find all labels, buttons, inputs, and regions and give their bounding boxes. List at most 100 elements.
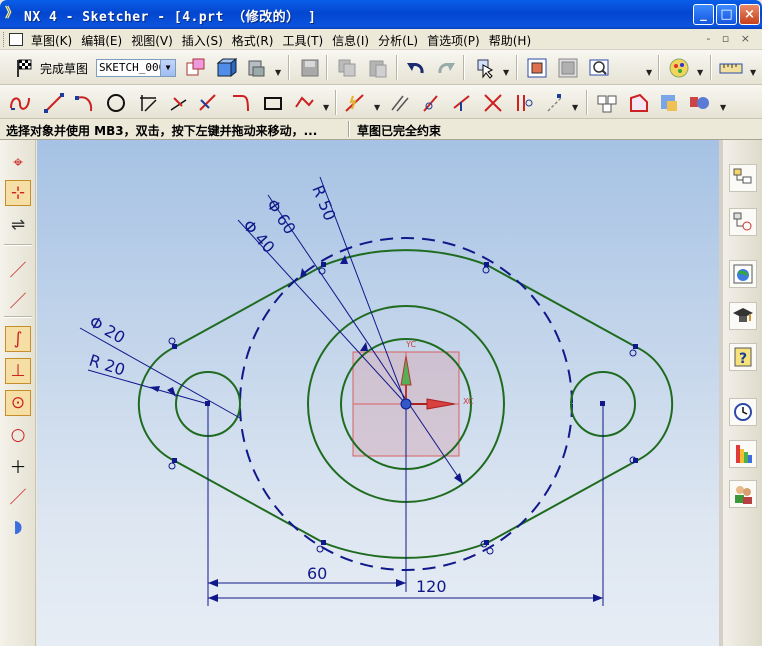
menu-insert[interactable]: 插入(S): [181, 32, 231, 49]
finish-sketch-button[interactable]: 完成草图: [40, 60, 88, 77]
svg-text:?: ?: [739, 351, 747, 367]
status-bar: 选择对象并使用 MB3，双击，按下左键并拖动来移动，... 草图已完全约束: [0, 119, 762, 140]
cross-icon[interactable]: ＋: [5, 452, 31, 478]
fillet-icon[interactable]: [229, 91, 253, 114]
dimension-constraint-icon[interactable]: [419, 91, 443, 114]
toolbar-separator: [4, 244, 32, 246]
quick-extend-icon[interactable]: [167, 91, 191, 114]
line-icon[interactable]: [42, 91, 66, 114]
mdi-window-controls[interactable]: - ▫ ×: [706, 32, 754, 45]
sketch-canvas[interactable]: R 50 Φ 60 Φ 40 Φ 20 R 20 60 120 YC XC: [37, 140, 719, 646]
window-title: NX 4 - Sketcher - [4.prt （修改的） ]: [24, 10, 317, 25]
select-filter-icon[interactable]: [473, 56, 497, 79]
fillet-icon[interactable]: ◗: [5, 514, 31, 540]
dim-distance-120[interactable]: 120: [416, 577, 447, 596]
color-tools-icon[interactable]: [657, 91, 681, 114]
menu-tools[interactable]: 工具(T): [281, 32, 331, 49]
maximize-button[interactable]: □: [716, 4, 737, 25]
nx-window: { "window": { "title": "NX 4 - Sketcher …: [0, 0, 762, 646]
assembly-navigator-icon[interactable]: [729, 164, 757, 192]
offset-curve-icon[interactable]: [343, 91, 367, 114]
part-navigator-icon[interactable]: [729, 208, 757, 236]
menu-format[interactable]: 格式(R): [231, 32, 282, 49]
copy-icon[interactable]: [335, 56, 359, 79]
status-divider: [348, 121, 350, 137]
geometric-constraint-icon[interactable]: [450, 91, 474, 114]
training-icon[interactable]: [729, 302, 757, 330]
ruler-icon[interactable]: [719, 56, 743, 79]
arc-through-point-icon[interactable]: ⊥: [5, 358, 31, 384]
toolbar-separator: [4, 316, 32, 318]
spline-icon[interactable]: ／: [5, 482, 31, 508]
sketch-name-value: SKETCH_000: [99, 61, 166, 74]
title-bar[interactable]: 》 NX 4 - Sketcher - [4.prt （修改的） ] _ □ ×: [0, 0, 762, 29]
constraint-icon[interactable]: ⊹: [5, 180, 31, 206]
circle-icon[interactable]: ○: [5, 422, 31, 448]
menu-info[interactable]: 信息(I): [331, 32, 377, 49]
point-icon[interactable]: ⌖: [5, 150, 31, 176]
menu-grip[interactable]: [3, 32, 6, 47]
menu-help[interactable]: 帮助(H): [488, 32, 539, 49]
redo-icon[interactable]: [434, 56, 458, 79]
sketch-status: 草图已完全约束: [357, 124, 442, 138]
zoom-window-icon[interactable]: [587, 56, 611, 79]
save-icon[interactable]: [298, 56, 322, 79]
dim-distance-60[interactable]: 60: [307, 564, 327, 583]
status-message: 选择对象并使用 MB3，双击，按下左键并拖动来移动，...: [6, 124, 318, 138]
nx-logo-icon: 》: [5, 6, 19, 21]
parallel-constraint-icon[interactable]: [388, 91, 412, 114]
arc-icon[interactable]: [72, 91, 96, 114]
convert-reference-icon[interactable]: [543, 91, 567, 114]
pattern-icon[interactable]: [595, 91, 619, 114]
create-feature-icon[interactable]: [244, 56, 268, 79]
help-icon[interactable]: ?: [729, 343, 757, 371]
menu-sketch[interactable]: 草图(K): [30, 32, 80, 49]
graphics-window[interactable]: R 50 Φ 60 Φ 40 Φ 20 R 20 60 120 YC XC: [37, 140, 719, 646]
make-corner-icon[interactable]: [196, 91, 220, 114]
finish-sketch-flag-icon[interactable]: [12, 56, 36, 79]
fit-icon[interactable]: [525, 56, 549, 79]
quick-trim-icon[interactable]: [136, 91, 160, 114]
history-icon[interactable]: [729, 398, 757, 426]
undo-icon[interactable]: [404, 56, 428, 79]
profile-icon[interactable]: [8, 91, 32, 114]
web-browser-icon[interactable]: [729, 260, 757, 288]
chevron-down-icon[interactable]: ▼: [160, 60, 175, 76]
dimension-icon[interactable]: ⇌: [5, 212, 31, 238]
dim-radius-50[interactable]: R 50: [308, 182, 339, 223]
show-constraints-icon[interactable]: [512, 91, 536, 114]
axis-label-xc: XC: [463, 397, 474, 406]
orient-view-icon[interactable]: [184, 56, 208, 79]
menu-edit[interactable]: 编辑(E): [80, 32, 130, 49]
menu-preferences[interactable]: 首选项(P): [426, 32, 488, 49]
sketch-curve-toolbar: ▼ ▼ ▼ ▼: [0, 85, 762, 119]
sketch-name-select[interactable]: SKETCH_000 ▼: [96, 59, 176, 77]
paste-icon[interactable]: [366, 56, 390, 79]
menu-analysis[interactable]: 分析(L): [377, 32, 426, 49]
resource-bar: ?: [723, 140, 762, 646]
palette-icon[interactable]: [729, 440, 757, 468]
hide-show-icon[interactable]: [688, 91, 712, 114]
rectangle-icon[interactable]: [261, 91, 285, 114]
arc-icon[interactable]: ∫: [5, 326, 31, 352]
document-icon[interactable]: [9, 33, 23, 46]
circle-icon[interactable]: [104, 91, 128, 114]
zoom-icon[interactable]: [556, 56, 580, 79]
polygon-icon[interactable]: [292, 91, 316, 114]
dim-diameter-20[interactable]: Φ 20: [86, 312, 128, 347]
minimize-button[interactable]: _: [693, 4, 714, 25]
reattach-icon[interactable]: [214, 56, 238, 79]
line-icon[interactable]: ／: [5, 255, 31, 281]
palette-face-icon[interactable]: [667, 56, 691, 79]
circle-icon[interactable]: ⊙: [5, 390, 31, 416]
auto-constrain-icon[interactable]: [481, 91, 505, 114]
line-icon[interactable]: ／: [5, 286, 31, 312]
dim-diameter-40[interactable]: Φ 40: [239, 216, 279, 257]
sketch-toolbar: 完成草图 SKETCH_000 ▼ ▼ ▼ ▼ ▼ ▼: [0, 50, 762, 85]
axis-label-yc: YC: [405, 340, 416, 349]
menu-view[interactable]: 视图(V): [130, 32, 181, 49]
sketch-shape-icon[interactable]: [627, 91, 651, 114]
close-button[interactable]: ×: [739, 4, 760, 25]
roles-icon[interactable]: [729, 480, 757, 508]
menu-bar: 草图(K) 编辑(E) 视图(V) 插入(S) 格式(R) 工具(T) 信息(I) 分析(L)…: [0, 29, 762, 50]
